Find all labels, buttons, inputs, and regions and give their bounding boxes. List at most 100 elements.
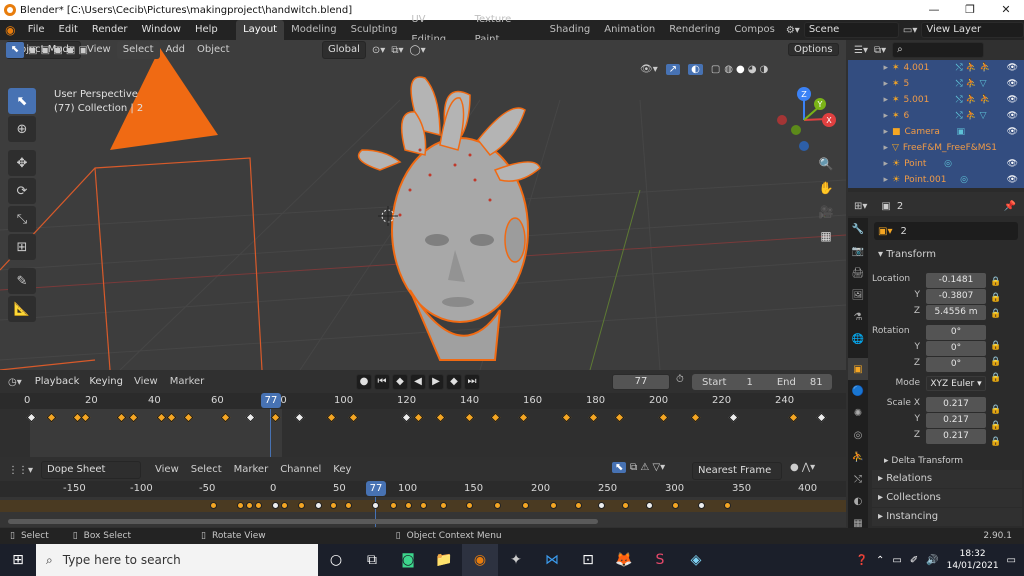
inkscape-icon[interactable]: ✦ xyxy=(498,544,534,576)
cursor-icon[interactable]: ⊕ xyxy=(8,116,36,142)
timeline-playhead[interactable]: 77 xyxy=(261,393,281,408)
keyframe[interactable] xyxy=(440,502,447,509)
scene-tab-icon[interactable]: ⚗ xyxy=(848,306,868,328)
pan-hand-icon[interactable]: ✋ xyxy=(816,178,836,198)
rotation-x-field[interactable]: 0° xyxy=(926,325,986,340)
object-name-field[interactable]: ▣▾ 2 xyxy=(874,222,1018,240)
outliner-search-field[interactable]: ⌕ xyxy=(892,42,985,58)
network-icon[interactable]: ▭ xyxy=(892,555,901,566)
camera-view-icon[interactable]: 🎥 xyxy=(816,202,836,222)
dopesheet-editor-icon[interactable]: ⋮⋮▾ xyxy=(8,465,33,476)
tab-rendering[interactable]: Rendering xyxy=(662,20,727,40)
keyframe[interactable] xyxy=(330,502,337,509)
keyframe[interactable] xyxy=(390,502,397,509)
material-shading-icon[interactable]: ◕ xyxy=(748,64,757,75)
tab-animation[interactable]: Animation xyxy=(597,20,662,40)
outliner-editor-icon[interactable]: ☰▾ xyxy=(854,45,868,56)
lock-icons[interactable]: 🔒 🔒 🔒 🔒 🔒 🔒 🔒 🔒 🔒 xyxy=(990,274,1001,450)
app-icon[interactable]: ◙ xyxy=(390,544,426,576)
keyframe[interactable] xyxy=(405,502,412,509)
viewport-menu-add[interactable]: Add xyxy=(160,41,191,59)
view-layer-tab-icon[interactable]: 🖼 xyxy=(848,284,868,306)
volume-icon[interactable]: 🔊 xyxy=(926,555,938,566)
jump-start-icon[interactable]: ⏮ xyxy=(374,374,390,390)
particles-tab-icon[interactable]: ✺ xyxy=(848,402,868,424)
texture-tab-icon[interactable]: ▦ xyxy=(848,512,868,534)
play-reverse-icon[interactable]: ◀ xyxy=(410,374,426,390)
viewport-menu-select[interactable]: Select xyxy=(116,41,160,59)
gizmo-toggle-icon[interactable]: ↗ xyxy=(665,64,681,75)
outliner-item[interactable]: ▸ ✶ 5.001 ⤭ ⛹ ⛹ 👁 xyxy=(848,92,1024,108)
help-icon[interactable]: ❓ xyxy=(856,555,868,566)
dopesheet-menu-view[interactable]: View xyxy=(149,461,185,479)
modifier-tab-icon[interactable]: 🔵 xyxy=(848,380,868,402)
rotate-icon[interactable]: ⟳ xyxy=(8,178,36,204)
head-model[interactable] xyxy=(357,76,541,361)
keyframe[interactable] xyxy=(281,502,288,509)
scale-x-field[interactable]: 0.217 xyxy=(926,397,986,412)
firefox-icon[interactable]: 🦊 xyxy=(606,544,642,576)
dopesheet-menu-key[interactable]: Key xyxy=(327,461,357,479)
collections-section[interactable]: ▸ Collections xyxy=(872,489,1022,507)
select-tool-icon[interactable]: ⬉ xyxy=(6,42,24,58)
keyframe[interactable] xyxy=(220,412,231,423)
notifications-icon[interactable]: ▭ xyxy=(1007,555,1016,566)
tab-compositing[interactable]: Compos xyxy=(727,20,782,40)
keyframe[interactable] xyxy=(166,412,177,423)
start-field[interactable]: 1 xyxy=(746,377,752,388)
keyframe[interactable] xyxy=(255,502,262,509)
measure-icon[interactable]: 📐 xyxy=(8,296,36,322)
outliner-item[interactable]: ▸ ✶ 6 ⤭ ⛹ ▽ 👁 xyxy=(848,108,1024,124)
keyframe[interactable] xyxy=(345,502,352,509)
material-tab-icon[interactable]: ◐ xyxy=(848,490,868,512)
location-x-field[interactable]: -0.1481 xyxy=(926,273,986,288)
keyframe[interactable] xyxy=(672,502,679,509)
keyframe[interactable] xyxy=(420,502,427,509)
keyframe[interactable] xyxy=(183,412,194,423)
transform-orientation-dropdown[interactable]: Global xyxy=(322,41,366,59)
maximize-button[interactable]: ❐ xyxy=(952,0,988,20)
rotation-mode-dropdown[interactable]: XYZ Euler ▾ xyxy=(926,376,986,391)
view-layer-field[interactable]: View Layer xyxy=(921,22,1024,38)
render-tab-icon[interactable]: 📷 xyxy=(848,240,868,262)
scale-y-field[interactable]: 0.217 xyxy=(926,413,986,428)
outliner-item[interactable]: ▸ ■ Camera ▣ 👁 xyxy=(848,124,1024,140)
keyframe[interactable] xyxy=(315,502,322,509)
solid-shading-icon[interactable]: ● xyxy=(736,64,745,75)
object-tab-icon[interactable]: ▣ xyxy=(848,358,868,380)
timeline-menu-marker[interactable]: Marker xyxy=(164,373,211,391)
navigation-gizmo[interactable]: Z Y X xyxy=(772,86,842,156)
dopesheet-menu-select[interactable]: Select xyxy=(185,461,228,479)
app-icon[interactable]: ◈ xyxy=(678,544,714,576)
close-button[interactable]: ✕ xyxy=(988,0,1024,20)
keyframe[interactable] xyxy=(46,412,57,423)
snap-mode-dropdown[interactable]: Nearest Frame xyxy=(692,462,782,480)
task-view-icon[interactable]: ⧉ xyxy=(354,544,390,576)
timeline-ruler[interactable]: 0 20 40 60 80 100 120 140 160 180 200 22… xyxy=(0,393,846,409)
output-tab-icon[interactable]: 🖨 xyxy=(848,262,868,284)
pen-icon[interactable]: ✐ xyxy=(910,555,918,566)
filter-icon[interactable]: ⧉ ⚠ ▽▾ xyxy=(630,462,665,473)
view-layer-icon[interactable]: ▭▾ xyxy=(903,25,917,36)
clock[interactable]: 18:32 14/01/2021 xyxy=(947,548,999,572)
keyframe[interactable] xyxy=(272,502,279,509)
menu-render[interactable]: Render xyxy=(85,20,135,40)
outliner-item[interactable]: ▸ ✶ 5 ⤭ ⛹ ▽ 👁 xyxy=(848,76,1024,92)
keyframe[interactable] xyxy=(245,412,256,423)
app-icon[interactable]: ⊡ xyxy=(570,544,606,576)
keyframe[interactable] xyxy=(575,502,582,509)
menu-help[interactable]: Help xyxy=(188,20,225,40)
cortana-icon[interactable]: ○ xyxy=(318,544,354,576)
play-icon[interactable]: ▶ xyxy=(428,374,444,390)
keyframe[interactable] xyxy=(246,502,253,509)
visibility-icon[interactable]: 👁▾ xyxy=(640,64,658,75)
dopesheet-ruler[interactable]: -150 -100 -50 0 50 100 150 200 250 300 3… xyxy=(0,481,846,497)
zoom-icon[interactable]: 🔍 xyxy=(816,154,836,174)
outliner-item[interactable]: ▸ ▽ FreeF&M_FreeF&MS1 xyxy=(848,140,1024,156)
display-mode-icon[interactable]: ⧉▾ xyxy=(874,45,886,56)
dopesheet-mode-dropdown[interactable]: Dope Sheet xyxy=(41,461,142,479)
rendered-shading-icon[interactable]: ◑ xyxy=(760,64,769,75)
vscode-icon[interactable]: ⋈ xyxy=(534,544,570,576)
keyframe[interactable] xyxy=(372,502,379,509)
dopesheet-scrollbar[interactable] xyxy=(8,519,598,524)
